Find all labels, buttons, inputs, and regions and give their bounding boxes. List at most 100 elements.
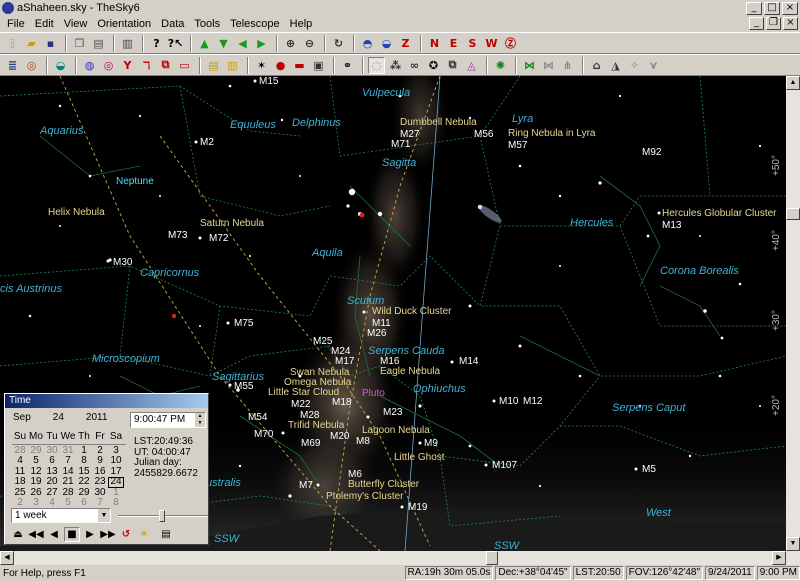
- calendar-day[interactable]: 3: [28, 497, 44, 509]
- messier-m12[interactable]: M12: [523, 397, 542, 407]
- menu-tools[interactable]: Tools: [189, 18, 225, 30]
- vertical-scroll-thumb[interactable]: [786, 208, 800, 220]
- frame-icon[interactable]: ⧉: [157, 57, 174, 74]
- messier-m70[interactable]: M70: [254, 430, 273, 440]
- calendar-day-selected[interactable]: 24: [108, 477, 124, 488]
- calendar-day[interactable]: 7: [60, 455, 76, 467]
- sky-icon[interactable]: ▥: [224, 57, 241, 74]
- star-icon[interactable]: ✶: [253, 57, 270, 74]
- toolbar-grip-icon[interactable]: ≣: [4, 57, 21, 74]
- maximize-button[interactable]: □: [764, 1, 780, 15]
- object-helix-nebula[interactable]: Helix Nebula: [48, 208, 105, 218]
- sky-chart[interactable]: Vulpecula Lyra Equuleus Delphinus Aquari…: [0, 76, 786, 551]
- calendar-day[interactable]: 5: [28, 455, 44, 467]
- chain-icon[interactable]: ∞: [406, 57, 423, 74]
- scope-link-icon[interactable]: ✺: [492, 57, 509, 74]
- calendar-day[interactable]: 7: [92, 497, 108, 509]
- stop-icon[interactable]: ■: [64, 527, 80, 542]
- look-east-icon[interactable]: E: [445, 35, 462, 52]
- messier-m14[interactable]: M14: [459, 357, 478, 367]
- messier-m22[interactable]: M22: [291, 400, 310, 410]
- menu-help[interactable]: Help: [285, 18, 318, 30]
- eject-icon[interactable]: ⏏: [10, 527, 26, 542]
- chevron-down-icon[interactable]: ▼: [98, 509, 110, 522]
- rotate-icon[interactable]: ↻: [330, 35, 347, 52]
- scope-slew-icon[interactable]: ⋔: [559, 57, 576, 74]
- time-step-select[interactable]: 1 week ▼: [11, 508, 111, 523]
- calendar-day[interactable]: 22: [76, 476, 92, 488]
- horizontal-scroll-thumb[interactable]: [486, 551, 498, 565]
- scroll-up-icon[interactable]: ▲: [786, 76, 800, 90]
- boundary-icon[interactable]: ℸ: [138, 57, 155, 74]
- zoom-out-icon[interactable]: ⊖: [301, 35, 318, 52]
- messier-m71[interactable]: M71: [391, 140, 410, 150]
- help-icon[interactable]: ?: [148, 35, 165, 52]
- messier-m54[interactable]: M54: [248, 413, 267, 423]
- orbit-icon[interactable]: ✪: [425, 57, 442, 74]
- vertical-scrollbar[interactable]: ▲ ▼: [786, 76, 800, 551]
- object-saturn-nebula[interactable]: Saturn Nebula: [200, 219, 264, 229]
- month-label[interactable]: Sep: [13, 412, 31, 423]
- dome-sync-icon[interactable]: ✧: [626, 57, 643, 74]
- paste-icon[interactable]: ▤: [90, 35, 107, 52]
- messier-m73[interactable]: M73: [168, 231, 187, 241]
- speed-slider[interactable]: [118, 510, 208, 522]
- scroll-down-icon[interactable]: ▼: [786, 537, 800, 551]
- object-eagle-nebula[interactable]: Eagle Nebula: [380, 367, 440, 377]
- messier-m57[interactable]: M57: [508, 141, 527, 151]
- cloud-icon[interactable]: ▤: [205, 57, 222, 74]
- calendar-day[interactable]: 4: [44, 497, 60, 509]
- planet-pluto[interactable]: Pluto: [362, 389, 385, 399]
- menu-orientation[interactable]: Orientation: [92, 18, 156, 30]
- object-hercules-globular-cluster[interactable]: Hercules Globular Cluster: [662, 209, 777, 219]
- speed-slider-thumb[interactable]: [159, 510, 165, 522]
- messier-m26[interactable]: M26: [367, 329, 386, 339]
- menu-edit[interactable]: Edit: [30, 18, 59, 30]
- copy-icon[interactable]: ❐: [71, 35, 88, 52]
- messier-m6[interactable]: M6: [348, 470, 362, 480]
- zoom-in-icon[interactable]: ⊕: [282, 35, 299, 52]
- app-icon[interactable]: [2, 2, 14, 14]
- object-dumbbell-nebula[interactable]: Dumbbell Nebula: [400, 118, 477, 128]
- context-help-icon[interactable]: ?↖: [167, 35, 184, 52]
- move-up-icon[interactable]: ▲: [196, 35, 213, 52]
- figure-icon[interactable]: Y: [119, 57, 136, 74]
- calendar-day[interactable]: 18: [12, 476, 28, 488]
- year-label[interactable]: 2011: [86, 412, 108, 423]
- print-icon[interactable]: ▥: [119, 35, 136, 52]
- messier-m72[interactable]: M72: [209, 234, 228, 244]
- calendar-day[interactable]: 2: [12, 497, 28, 509]
- messier-m19[interactable]: M19: [408, 503, 427, 513]
- mdi-minimize-button[interactable]: _: [749, 17, 764, 30]
- open-icon[interactable]: ▰: [23, 35, 40, 52]
- horizon-view-icon[interactable]: ◒: [378, 35, 395, 52]
- rewind-fast-icon[interactable]: ◀◀: [28, 527, 44, 542]
- minimize-button[interactable]: _: [746, 1, 762, 15]
- messier-m75[interactable]: M75: [234, 319, 253, 329]
- new-icon[interactable]: ▯: [4, 35, 21, 52]
- image-icon[interactable]: ◬: [463, 57, 480, 74]
- step-back-icon[interactable]: ◀: [46, 527, 62, 542]
- grid-icon[interactable]: ◍: [81, 57, 98, 74]
- messier-m23[interactable]: M23: [383, 408, 402, 418]
- messier-m30[interactable]: M30: [113, 258, 132, 268]
- calendar-day[interactable]: 5: [60, 497, 76, 509]
- land-icon[interactable]: ◒: [52, 57, 69, 74]
- messier-m16[interactable]: M16: [380, 357, 399, 367]
- messier-m56[interactable]: M56: [474, 130, 493, 140]
- object-ptolemys-cluster[interactable]: Ptolemy's Cluster: [326, 492, 404, 502]
- horizontal-scrollbar[interactable]: ◀ ▶: [0, 551, 800, 565]
- messier-m25[interactable]: M25: [313, 337, 332, 347]
- binoculars-icon[interactable]: ⚭: [339, 57, 356, 74]
- move-left-icon[interactable]: ◀: [234, 35, 251, 52]
- scope-connect-icon[interactable]: ⋈: [521, 57, 538, 74]
- time-input[interactable]: 9:00:47 PM ▲ ▼: [130, 412, 206, 428]
- messier-m107[interactable]: M107: [492, 461, 517, 471]
- photo-icon[interactable]: ⧉: [444, 57, 461, 74]
- object-ring-nebula[interactable]: Ring Nebula in Lyra: [508, 129, 595, 139]
- menu-data[interactable]: Data: [156, 18, 189, 30]
- messier-m7[interactable]: M7: [299, 481, 313, 491]
- telescope-view-icon[interactable]: ◓: [359, 35, 376, 52]
- dome-open-icon[interactable]: ◮: [607, 57, 624, 74]
- object-wild-duck-cluster[interactable]: Wild Duck Cluster: [372, 307, 451, 317]
